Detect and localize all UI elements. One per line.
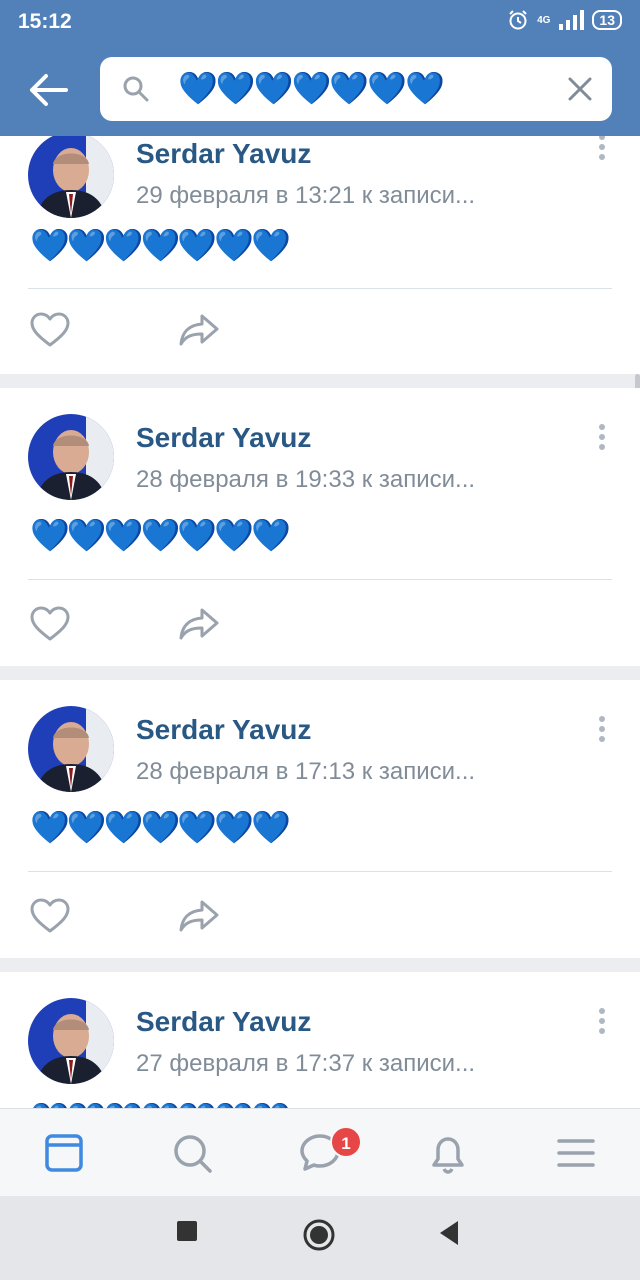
comment-card: Serdar Yavuz 28 февраля в 17:13 к записи… [0, 680, 640, 958]
share-icon[interactable] [178, 606, 220, 642]
alarm-icon [509, 10, 527, 30]
network-type: 4G [537, 14, 551, 26]
author-name[interactable]: Serdar Yavuz [136, 714, 311, 746]
bottom-tab-bar: 1 [0, 1108, 640, 1197]
avatar[interactable] [28, 136, 114, 218]
back-arrow-icon[interactable] [26, 70, 70, 110]
system-nav-bar [0, 1196, 640, 1280]
recents-icon[interactable] [176, 1220, 198, 1242]
comment-meta[interactable]: 27 февраля в 17:37 к записи... [136, 1050, 475, 1078]
share-icon[interactable] [178, 898, 220, 934]
status-time: 15:12 [18, 10, 72, 33]
signal-icon [559, 10, 585, 30]
results-feed[interactable]: Serdar Yavuz 29 февраля в 13:21 к записи… [0, 136, 640, 1108]
avatar[interactable] [28, 998, 114, 1084]
more-options-icon[interactable] [598, 716, 606, 746]
like-icon[interactable] [30, 606, 70, 642]
comment-meta[interactable]: 28 февраля в 17:13 к записи... [136, 758, 475, 786]
notifications-icon[interactable] [424, 1129, 472, 1177]
status-bar: 15:12 4G 13 [0, 0, 640, 44]
author-name[interactable]: Serdar Yavuz [136, 422, 311, 454]
comment-text: 💙💙💙💙💙💙💙 [30, 809, 291, 845]
comment-card: Serdar Yavuz 28 февраля в 19:33 к записи… [0, 388, 640, 666]
search-icon[interactable] [168, 1129, 216, 1177]
more-options-icon[interactable] [598, 1008, 606, 1038]
more-options-icon[interactable] [598, 424, 606, 454]
search-header: 💙💙💙💙💙💙💙 [0, 44, 640, 136]
home-icon[interactable] [302, 1218, 336, 1252]
comment-meta[interactable]: 29 февраля в 13:21 к записи... [136, 182, 475, 210]
comment-text: 💙💙💙💙💙💙💙 [30, 227, 291, 263]
search-icon [123, 76, 149, 102]
author-name[interactable]: Serdar Yavuz [136, 1006, 311, 1038]
avatar[interactable] [28, 414, 114, 500]
divider [28, 288, 612, 289]
comment-card: Serdar Yavuz 29 февраля в 13:21 к записи… [0, 136, 640, 374]
news-icon[interactable] [40, 1129, 88, 1177]
divider [28, 579, 612, 580]
comment-card: Serdar Yavuz 27 февраля в 17:37 к записи… [0, 972, 640, 1108]
share-icon[interactable] [178, 312, 220, 348]
battery-indicator: 13 [592, 10, 622, 30]
unread-badge: 1 [330, 1126, 362, 1158]
more-options-icon[interactable] [598, 136, 606, 164]
comment-meta[interactable]: 28 февраля в 19:33 к записи... [136, 466, 475, 494]
divider [28, 871, 612, 872]
back-icon[interactable] [438, 1220, 460, 1246]
comment-text: 💙💙💙💙💙💙💙 [30, 517, 291, 553]
author-name[interactable]: Serdar Yavuz [136, 138, 311, 170]
menu-icon[interactable] [552, 1129, 600, 1177]
clear-icon[interactable] [566, 75, 594, 103]
avatar[interactable] [28, 706, 114, 792]
like-icon[interactable] [30, 898, 70, 934]
comment-text: 💙💙💙💙💙💙💙 [30, 1100, 291, 1108]
search-query[interactable]: 💙💙💙💙💙💙💙 [178, 69, 445, 107]
like-icon[interactable] [30, 312, 70, 348]
search-field[interactable]: 💙💙💙💙💙💙💙 [100, 57, 612, 121]
status-icons: 4G 13 [507, 9, 622, 31]
